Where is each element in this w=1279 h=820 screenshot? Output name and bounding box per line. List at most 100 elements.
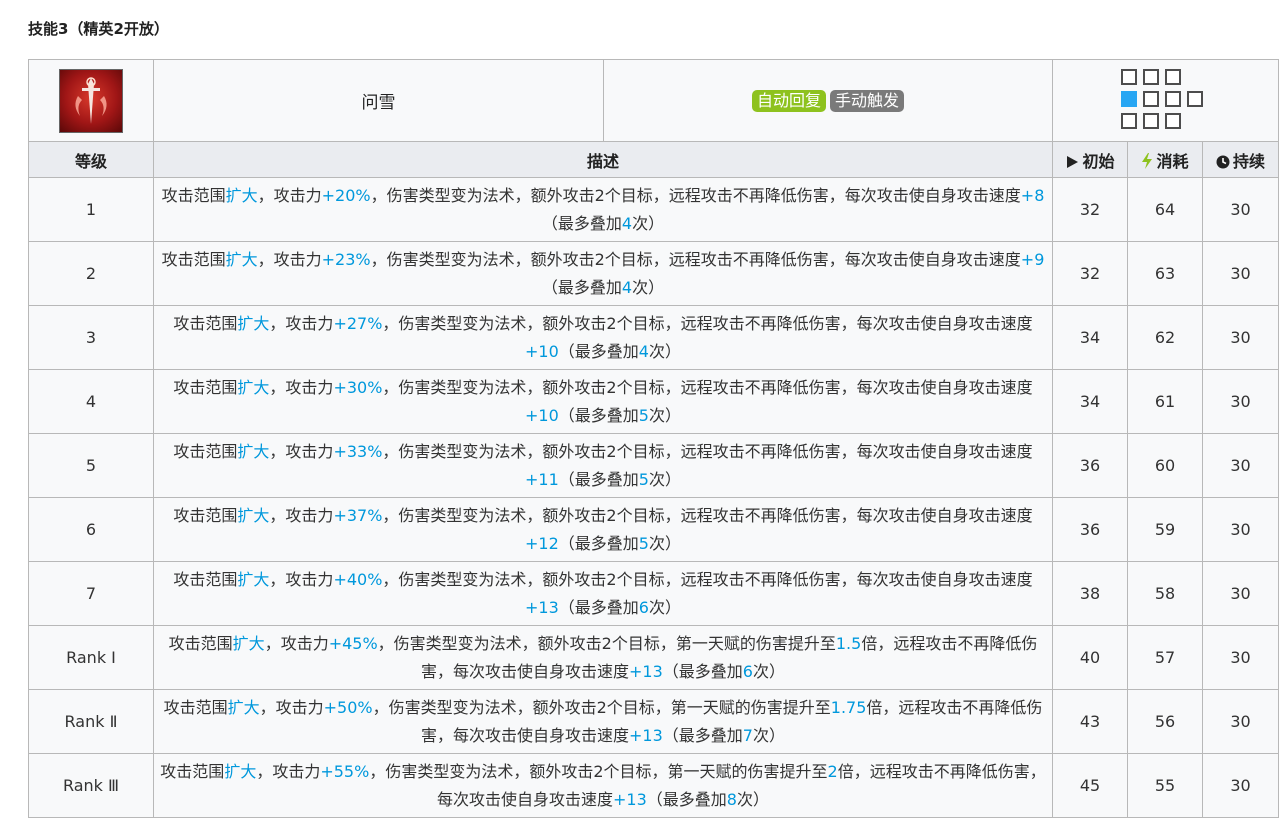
highlight-value: 扩大 bbox=[237, 313, 270, 333]
description-text: ，伤害类型变为法术，额外攻击2个目标，远程攻击不再降低伤害，每次攻击使自身攻击速… bbox=[382, 505, 1033, 525]
description-text: 次） bbox=[632, 277, 665, 297]
description-text: 攻击范围 bbox=[163, 697, 228, 717]
header-initial: 初始 bbox=[1052, 141, 1128, 178]
header-cost: 消耗 bbox=[1127, 141, 1203, 178]
table-row: Rank Ⅱ 攻击范围扩大，攻击力+50%，伤害类型变为法术，额外攻击2个目标，第… bbox=[28, 689, 1279, 754]
description-text: 攻击范围 bbox=[173, 377, 238, 397]
skill-icon bbox=[59, 68, 123, 133]
description-text: 攻击范围 bbox=[173, 441, 238, 461]
level-cell: 3 bbox=[28, 305, 154, 370]
initial-sp-cell: 43 bbox=[1052, 689, 1128, 754]
highlight-value: 2 bbox=[827, 761, 838, 781]
description-text: 次） bbox=[648, 341, 681, 361]
description-text: ，伤害类型变为法术，额外攻击2个目标，远程攻击不再降低伤害，每次攻击使自身攻击速… bbox=[382, 377, 1033, 397]
sp-cost-cell: 55 bbox=[1127, 753, 1203, 818]
description-text: 次） bbox=[752, 725, 785, 745]
level-cell: 6 bbox=[28, 497, 154, 562]
initial-sp-cell: 34 bbox=[1052, 305, 1128, 370]
description-text: （最多叠加 bbox=[558, 597, 639, 617]
highlight-value: +10 bbox=[525, 405, 559, 425]
table-row: 1 攻击范围扩大，攻击力+20%，伤害类型变为法术，额外攻击2个目标，远程攻击不再… bbox=[28, 177, 1279, 242]
sp-cost-cell: 59 bbox=[1127, 497, 1203, 562]
description-text: 攻击范围 bbox=[173, 313, 238, 333]
description-text: 攻击范围 bbox=[168, 633, 233, 653]
highlight-value: 1.5 bbox=[835, 633, 862, 653]
table-row: Rank Ⅰ 攻击范围扩大，攻击力+45%，伤害类型变为法术，额外攻击2个目标，第… bbox=[28, 625, 1279, 690]
sp-cost-cell: 56 bbox=[1127, 689, 1203, 754]
highlight-value: 扩大 bbox=[237, 505, 270, 525]
description-text: 次） bbox=[648, 469, 681, 489]
description-text: ，伤害类型变为法术，额外攻击2个目标，第一天赋的伤害提升至 bbox=[369, 761, 828, 781]
skill-header-row: 问雪 自动回复 手动触发 bbox=[28, 59, 1279, 142]
highlight-value: 4 bbox=[621, 277, 633, 297]
description-text: 次） bbox=[648, 405, 681, 425]
highlight-value: 8 bbox=[726, 789, 737, 809]
table-row: Rank Ⅲ 攻击范围扩大，攻击力+55%，伤害类型变为法术，额外攻击2个目标，第… bbox=[28, 753, 1279, 818]
description-cell: 攻击范围扩大，攻击力+45%，伤害类型变为法术，额外攻击2个目标，第一天赋的伤害… bbox=[153, 625, 1053, 690]
header-description: 描述 bbox=[153, 141, 1053, 178]
skill-icon-cell bbox=[28, 59, 154, 142]
description-text: ，伤害类型变为法术，额外攻击2个目标，远程攻击不再降低伤害，每次攻击使自身攻击速… bbox=[382, 313, 1033, 333]
highlight-value: 扩大 bbox=[237, 441, 270, 461]
highlight-value: +9 bbox=[1020, 249, 1045, 269]
description-text: ，攻击力 bbox=[269, 441, 334, 461]
description-cell: 攻击范围扩大，攻击力+33%，伤害类型变为法术，额外攻击2个目标，远程攻击不再降… bbox=[153, 433, 1053, 498]
initial-sp-cell: 45 bbox=[1052, 753, 1128, 818]
header-level: 等级 bbox=[28, 141, 154, 178]
description-text: 次） bbox=[648, 533, 681, 553]
description-text: 攻击范围 bbox=[173, 505, 238, 525]
level-cell: 7 bbox=[28, 561, 154, 626]
duration-cell: 30 bbox=[1201, 177, 1279, 242]
description-cell: 攻击范围扩大，攻击力+55%，伤害类型变为法术，额外攻击2个目标，第一天赋的伤害… bbox=[153, 753, 1053, 818]
description-text: ，攻击力 bbox=[259, 697, 324, 717]
description-text: ，攻击力 bbox=[269, 569, 334, 589]
table-row: 2 攻击范围扩大，攻击力+23%，伤害类型变为法术，额外攻击2个目标，远程攻击不再… bbox=[28, 241, 1279, 306]
highlight-value: 1.75 bbox=[830, 697, 867, 717]
highlight-value: 扩大 bbox=[225, 249, 258, 269]
initial-sp-cell: 36 bbox=[1052, 433, 1128, 498]
level-cell: Rank Ⅲ bbox=[28, 753, 154, 818]
table-row: 6 攻击范围扩大，攻击力+37%，伤害类型变为法术，额外攻击2个目标，远程攻击不再… bbox=[28, 497, 1279, 562]
description-text: （最多叠加 bbox=[558, 469, 639, 489]
highlight-value: +33% bbox=[333, 441, 383, 461]
play-icon bbox=[1067, 155, 1079, 168]
initial-sp-cell: 36 bbox=[1052, 497, 1128, 562]
highlight-value: 5 bbox=[638, 405, 649, 425]
highlight-value: +8 bbox=[1020, 185, 1045, 205]
highlight-value: 扩大 bbox=[227, 697, 260, 717]
initial-sp-cell: 38 bbox=[1052, 561, 1128, 626]
duration-cell: 30 bbox=[1201, 561, 1279, 626]
highlight-value: 4 bbox=[638, 341, 649, 361]
attack-range-cell bbox=[1051, 59, 1279, 142]
initial-sp-cell: 32 bbox=[1052, 177, 1128, 242]
skill-tags: 自动回复 手动触发 bbox=[603, 59, 1053, 142]
highlight-value: +20% bbox=[321, 185, 371, 205]
level-cell: 2 bbox=[28, 241, 154, 306]
description-text: ，攻击力 bbox=[269, 505, 334, 525]
sp-cost-cell: 57 bbox=[1127, 625, 1203, 690]
highlight-value: 6 bbox=[742, 661, 753, 681]
table-row: 4 攻击范围扩大，攻击力+30%，伤害类型变为法术，额外攻击2个目标，远程攻击不再… bbox=[28, 369, 1279, 434]
description-text: ，伤害类型变为法术，额外攻击2个目标，远程攻击不再降低伤害，每次攻击使自身攻击速… bbox=[382, 441, 1033, 461]
operator-position-cell bbox=[1120, 90, 1137, 107]
sp-cost-cell: 61 bbox=[1127, 369, 1203, 434]
level-cell: 4 bbox=[28, 369, 154, 434]
clock-icon bbox=[1216, 155, 1230, 168]
description-text: ，攻击力 bbox=[257, 249, 322, 269]
description-text: 次） bbox=[632, 213, 665, 233]
highlight-value: +13 bbox=[629, 661, 663, 681]
highlight-value: +30% bbox=[333, 377, 383, 397]
description-cell: 攻击范围扩大，攻击力+30%，伤害类型变为法术，额外攻击2个目标，远程攻击不再降… bbox=[153, 369, 1053, 434]
highlight-value: 扩大 bbox=[225, 185, 258, 205]
highlight-value: +40% bbox=[333, 569, 383, 589]
description-text: 攻击范围 bbox=[161, 185, 226, 205]
highlight-value: +11 bbox=[525, 469, 559, 489]
highlight-value: +12 bbox=[525, 533, 559, 553]
duration-cell: 30 bbox=[1201, 241, 1279, 306]
description-text: （最多叠加 bbox=[558, 405, 639, 425]
description-text: ，攻击力 bbox=[257, 185, 322, 205]
table-row: 3 攻击范围扩大，攻击力+27%，伤害类型变为法术，额外攻击2个目标，远程攻击不再… bbox=[28, 305, 1279, 370]
description-text: （最多叠加 bbox=[558, 341, 639, 361]
description-text: 攻击范围 bbox=[160, 761, 225, 781]
highlight-value: 扩大 bbox=[232, 633, 265, 653]
